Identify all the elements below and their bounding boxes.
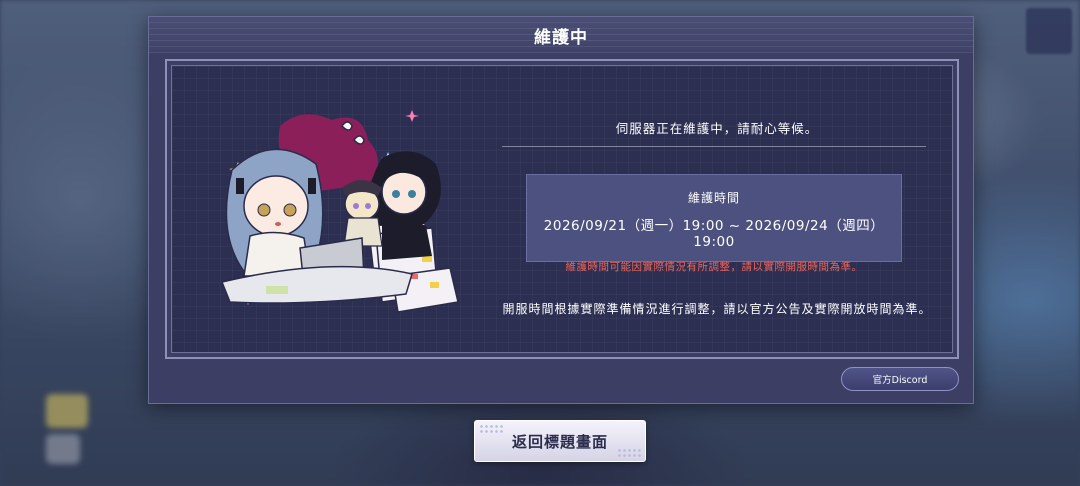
back-to-title-button[interactable]: 返回標題畫面 — [474, 420, 646, 462]
outro-text: 開服時間根據實際準備情況進行調整，請以官方公告及實際開放時間為準。 — [502, 302, 932, 316]
dialog-title: 維護中 — [534, 27, 588, 48]
content-panel: 伺服器正在維護中，請耐心等候。 維護時間 2026/09/21（週一）19:00… — [171, 65, 953, 353]
divider — [502, 146, 926, 147]
maintenance-time-label: 維護時間 — [687, 191, 740, 205]
maintenance-time-range: 2026/09/21（週一）19:00 ~ 2026/09/24（週四）19:0… — [543, 218, 885, 250]
content-frame: 伺服器正在維護中，請耐心等候。 維護時間 2026/09/21（週一）19:00… — [165, 59, 959, 359]
maintenance-time-box: 維護時間 2026/09/21（週一）19:00 ~ 2026/09/24（週四… — [526, 174, 902, 273]
maintenance-time-note: 維護時間可能因實際情況有所調整，請以實際開服時間為準。 — [565, 261, 863, 273]
decor-dots-icon — [617, 448, 641, 458]
maintenance-dialog: 維護中 伺服器正在維護中，請耐心等候。 維護時間 2026/09/21（週一）1… — [148, 16, 974, 404]
message-area: 伺服器正在維護中，請耐心等候。 維護時間 2026/09/21（週一）19:00… — [502, 66, 932, 352]
official-discord-button[interactable]: 官方Discord — [841, 367, 959, 391]
dialog-header: 維護中 — [149, 17, 973, 53]
back-to-title-label: 返回標題畫面 — [511, 432, 608, 451]
decor-dots-icon — [479, 424, 503, 434]
maintenance-illustration — [220, 110, 459, 313]
intro-text: 伺服器正在維護中，請耐心等候。 — [615, 121, 819, 136]
